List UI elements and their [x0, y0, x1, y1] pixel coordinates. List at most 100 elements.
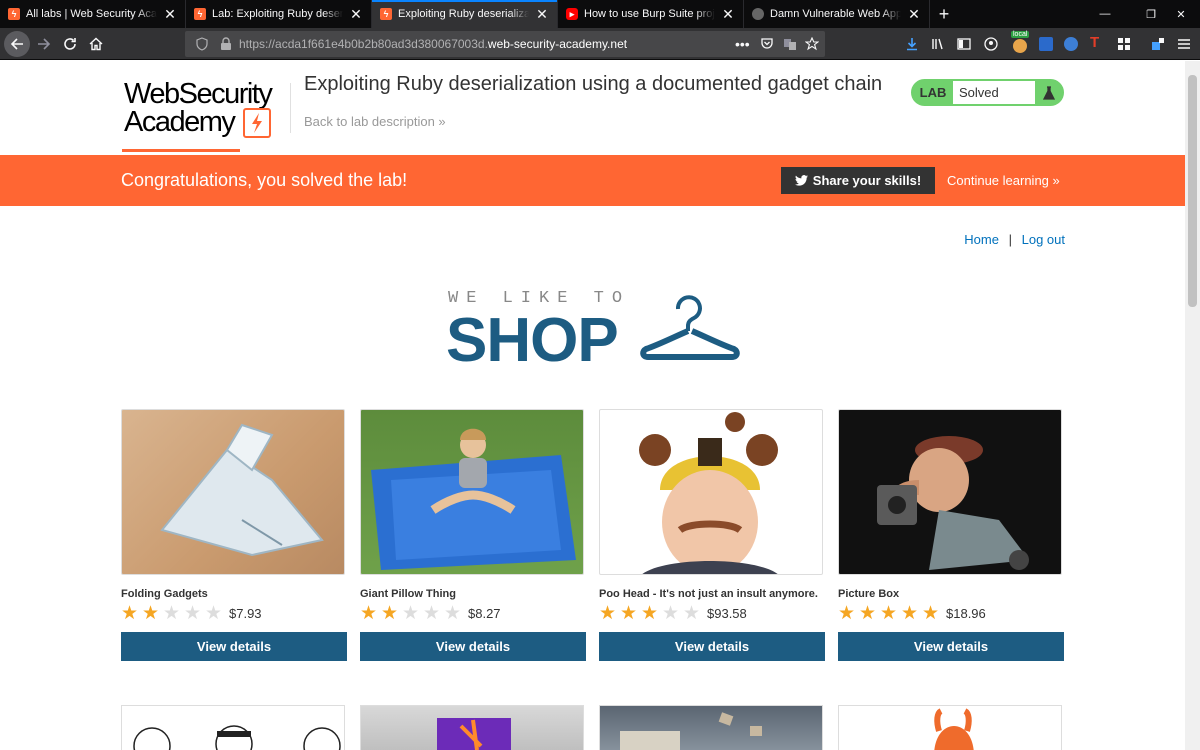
- account-icon[interactable]: [984, 37, 998, 51]
- extension-t-icon[interactable]: T: [1090, 34, 1099, 51]
- lightning-bolt-icon: [243, 108, 271, 138]
- product-name: Folding Gadgets: [121, 588, 208, 600]
- web-security-academy-icon: ϟ: [380, 8, 392, 20]
- continue-learning-link[interactable]: Continue learning »: [947, 173, 1060, 188]
- lab-title: Exploiting Ruby deserialization using a …: [304, 73, 883, 95]
- view-details-button[interactable]: View details: [838, 632, 1064, 661]
- view-details-button[interactable]: View details: [121, 632, 347, 661]
- browser-tab[interactable]: ϟ All labs | Web Security Academy ✕: [0, 0, 186, 28]
- product-image[interactable]: [599, 705, 823, 750]
- star-filled-icon: ★: [121, 602, 139, 624]
- browser-tab[interactable]: ϟ Lab: Exploiting Ruby deserialization ✕: [186, 0, 372, 28]
- view-details-button[interactable]: View details: [599, 632, 825, 661]
- product-card: Giant Pillow Thing ★ ★ ★ ★ ★ $8.27 View detai…: [360, 409, 586, 661]
- share-button-label: Share your skills!: [812, 173, 922, 188]
- hamburger-menu-icon[interactable]: [1177, 37, 1191, 51]
- extension-badge: local: [1011, 31, 1030, 38]
- flask-icon: [1035, 85, 1062, 100]
- solved-banner: Congratulations, you solved the lab! Sha…: [0, 155, 1185, 206]
- url-bar[interactable]: https://acda1f661e4b0b2b80ad3d380067003d…: [185, 31, 825, 57]
- home-button[interactable]: [84, 32, 108, 56]
- bookmark-star-icon[interactable]: [805, 37, 819, 51]
- lock-icon[interactable]: [219, 37, 233, 51]
- lab-status-value: Solved: [953, 81, 1035, 104]
- library-icon[interactable]: [931, 37, 945, 51]
- product-card: Picture Box ★ ★ ★ ★ ★ $18.96 View details: [838, 409, 1064, 661]
- back-arrow-icon: [10, 38, 23, 50]
- product-image[interactable]: [838, 409, 1062, 575]
- close-tab-icon[interactable]: ✕: [907, 6, 921, 23]
- page-actions-icon[interactable]: •••: [735, 36, 750, 52]
- star-empty-icon: ★: [423, 602, 441, 624]
- extension-local-icon[interactable]: local: [1011, 31, 1033, 54]
- youtube-icon: ▸: [566, 8, 578, 20]
- pocket-icon[interactable]: [760, 37, 774, 51]
- web-security-academy-icon: ϟ: [194, 8, 206, 20]
- web-security-academy-logo[interactable]: WebSecurity Academy: [122, 78, 292, 152]
- download-icon[interactable]: [905, 37, 919, 51]
- dvwa-icon: [752, 8, 764, 20]
- product-image[interactable]: [360, 705, 584, 750]
- reload-button[interactable]: [58, 32, 82, 56]
- close-tab-icon[interactable]: ✕: [721, 6, 735, 23]
- product-image[interactable]: [599, 409, 823, 575]
- tab-title: How to use Burp Suite projects: [584, 8, 715, 20]
- double-chevron-icon: »: [1052, 173, 1060, 188]
- close-window-icon[interactable]: ✕: [1162, 0, 1200, 28]
- star-filled-icon: ★: [838, 602, 856, 624]
- double-chevron-icon: »: [438, 114, 446, 129]
- product-price: $93.58: [707, 605, 747, 621]
- browser-tab[interactable]: Damn Vulnerable Web App (DVWA) ✕: [744, 0, 930, 28]
- url-prefix: https://acda1f661e4b0b2b80ad3d380067003d…: [239, 37, 488, 51]
- product-image[interactable]: [121, 705, 345, 750]
- star-filled-icon: ★: [381, 602, 399, 624]
- home-link[interactable]: Home: [964, 232, 999, 247]
- product-name: Poo Head - It's not just an insult anymo…: [599, 588, 818, 600]
- star-filled-icon: ★: [641, 602, 659, 624]
- shield-icon[interactable]: [195, 37, 209, 51]
- product-name: Giant Pillow Thing: [360, 588, 456, 600]
- browser-tab-active[interactable]: ϟ Exploiting Ruby deserialization ✕: [372, 0, 558, 28]
- forward-button[interactable]: [32, 32, 56, 56]
- product-rating: ★ ★ ★ ★ ★ $93.58: [599, 603, 825, 623]
- product-image[interactable]: [121, 409, 345, 575]
- logo-text-line2: Academy: [124, 106, 236, 138]
- continue-learning-label: Continue learning: [947, 173, 1049, 188]
- minimize-icon[interactable]: —: [1086, 0, 1124, 28]
- product-rating: ★ ★ ★ ★ ★ $18.96: [838, 603, 1064, 623]
- close-tab-icon[interactable]: ✕: [349, 6, 363, 23]
- product-image[interactable]: [360, 409, 584, 575]
- share-skills-button[interactable]: Share your skills!: [781, 167, 935, 194]
- logout-link[interactable]: Log out: [1022, 232, 1065, 247]
- close-tab-icon[interactable]: ✕: [163, 6, 177, 23]
- nav-separator: |: [1008, 232, 1012, 247]
- translate-icon[interactable]: [783, 37, 797, 51]
- extension-settings-icon[interactable]: [1064, 37, 1078, 51]
- home-icon: [89, 37, 103, 51]
- tab-title: Exploiting Ruby deserialization: [398, 8, 529, 20]
- scrollbar-thumb[interactable]: [1188, 75, 1197, 307]
- back-to-lab-description-link[interactable]: Back to lab description »: [304, 114, 446, 129]
- extension-grid-icon[interactable]: [1117, 37, 1131, 51]
- star-filled-icon: ★: [599, 602, 617, 624]
- product-price: $8.27: [468, 605, 501, 621]
- back-button[interactable]: [4, 31, 30, 57]
- product-image[interactable]: [838, 705, 1062, 750]
- reload-icon: [64, 38, 76, 50]
- twitter-icon: [794, 175, 808, 186]
- url-domain: web-security-academy.net: [487, 37, 628, 51]
- view-details-button[interactable]: View details: [360, 632, 586, 661]
- product-card: Folding Gadgets ★ ★ ★ ★ ★ $7.93 View details: [121, 409, 347, 661]
- browser-tab[interactable]: ▸ How to use Burp Suite projects ✕: [558, 0, 744, 28]
- extensions-puzzle-icon[interactable]: [1151, 37, 1165, 51]
- tab-title: All labs | Web Security Academy: [26, 8, 157, 20]
- back-link-label: Back to lab description: [304, 114, 435, 129]
- vertical-scrollbar[interactable]: [1185, 61, 1200, 750]
- new-tab-button[interactable]: +: [930, 0, 958, 28]
- extension-translate-icon[interactable]: [1039, 37, 1053, 51]
- star-filled-icon: ★: [360, 602, 378, 624]
- sidebar-icon[interactable]: [957, 37, 971, 51]
- product-card: Poo Head - It's not just an insult anymo…: [599, 409, 825, 661]
- close-tab-icon[interactable]: ✕: [535, 6, 549, 23]
- star-filled-icon: ★: [901, 602, 919, 624]
